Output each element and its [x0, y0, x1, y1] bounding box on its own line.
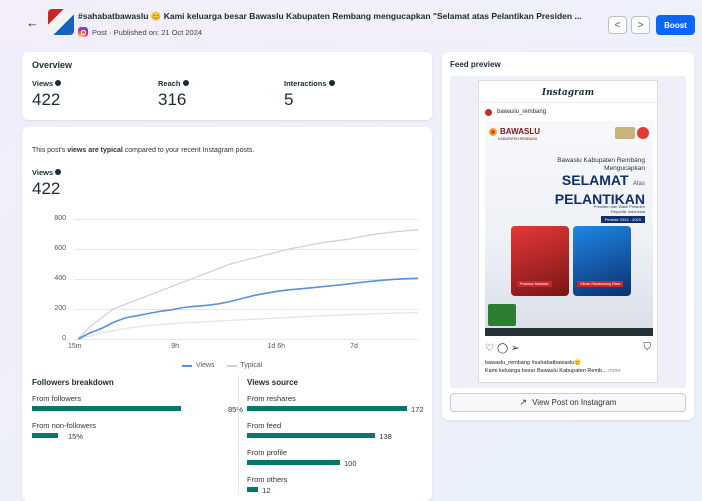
- post-thumbnail: [48, 9, 74, 35]
- source-reshares-value: 172: [411, 405, 424, 414]
- mascot-image: [615, 127, 635, 139]
- views-metric-value: 422: [32, 90, 61, 109]
- info-icon: [55, 80, 62, 86]
- overview-title: Overview: [32, 60, 73, 70]
- followers-breakdown-title: Followers breakdown: [32, 378, 114, 387]
- bawaslu-logo: BAWASLU: [489, 127, 540, 136]
- comment-icon[interactable]: ◯: [497, 343, 511, 354]
- from-followers-label: From followers: [32, 394, 82, 403]
- source-feed-bar: [247, 433, 376, 438]
- source-profile-label: From profile: [247, 448, 288, 457]
- views-legend-swatch: [182, 364, 192, 367]
- bookmark-icon[interactable]: ⛉: [644, 342, 652, 353]
- social-handles-bar: [485, 328, 653, 336]
- instagram-icon: [78, 27, 88, 37]
- views-source-title: Views source: [247, 378, 298, 387]
- views-line-chart: [77, 229, 419, 340]
- view-post-label: View Post on Instagram: [532, 398, 617, 407]
- reach-metric-label: Reach: [158, 79, 189, 88]
- published-date: Post · Published on: 21 Oct 2024: [92, 27, 203, 37]
- divider: [479, 102, 657, 103]
- source-profile-bar: [247, 460, 341, 465]
- from-followers-percent: 85%: [228, 405, 244, 414]
- greeting-text: Bawaslu Kabupaten Rembang Mengucapkan: [557, 157, 645, 172]
- post-actions: ♡◯➢: [485, 343, 523, 354]
- instagram-wordmark: Instagram: [541, 88, 595, 98]
- from-non-followers-bar: [32, 433, 59, 438]
- president-text: Presiden dan Wakil Presiden Republik Indo…: [593, 204, 645, 214]
- info-icon: [328, 80, 335, 86]
- interactions-metric-value: 5: [284, 90, 294, 109]
- divider: [238, 375, 239, 495]
- prabowo-name: Prabowo Subianto: [517, 281, 552, 287]
- from-followers-bar: [32, 406, 181, 411]
- view-post-button[interactable]: ↗ View Post on Instagram: [450, 393, 686, 412]
- post-meta: Post · Published on: 21 Oct 2024: [78, 27, 202, 37]
- report-graphic: [488, 304, 516, 326]
- chart-legend: Views Typical: [182, 362, 262, 369]
- selamat-pelantikan-text: SELAMAT Atas PELANTIKAN: [554, 172, 645, 207]
- info-icon: [182, 80, 189, 86]
- like-heart-icon[interactable]: ♡: [485, 343, 497, 354]
- views-legend-label: Views: [196, 362, 215, 369]
- account-name[interactable]: bawaslu_rembang: [497, 109, 546, 115]
- source-feed-value: 138: [379, 432, 392, 441]
- source-others-bar: [247, 487, 259, 492]
- views-series-line: [77, 277, 419, 340]
- feed-preview-card: Feed preview Instagram bawaslu_rembang B…: [442, 52, 694, 420]
- post-header: ← #sahabatbawaslu 😊 Kami keluarga besar …: [0, 0, 702, 46]
- caption-line-2: Kami keluarga besar Bawaslu Kabupaten Re…: [485, 368, 621, 374]
- caption-line-1: bawaslu_rembang #sahabatbawaslu😊: [485, 360, 582, 366]
- next-post-button[interactable]: >: [631, 16, 650, 34]
- typical-legend-swatch: [226, 364, 237, 367]
- typical-series-line: [77, 229, 419, 340]
- instagram-post-preview: Instagram bawaslu_rembang BAWASLU KABUPA…: [478, 80, 658, 383]
- interactions-metric-label: Interactions: [284, 79, 335, 88]
- boost-button[interactable]: Boost: [656, 15, 695, 35]
- badge-image: [637, 127, 649, 139]
- source-reshares-label: From reshares: [247, 394, 296, 403]
- source-feed-label: From feed: [247, 421, 282, 430]
- views-card: This post's views are typical compared t…: [22, 127, 432, 501]
- from-non-followers-percent: 15%: [68, 432, 84, 441]
- post-title: #sahabatbawaslu 😊 Kami keluarga besar Ba…: [78, 11, 582, 21]
- external-link-icon: ↗: [519, 397, 528, 407]
- share-send-icon[interactable]: ➢: [511, 343, 522, 354]
- account-avatar: [485, 109, 492, 116]
- periode-badge: Periode 2024 - 2029: [600, 216, 645, 223]
- typical-legend-label: Typical: [240, 362, 263, 369]
- more-link[interactable]: more: [608, 368, 621, 374]
- views-metric-label: Views: [32, 79, 62, 88]
- reach-metric-value: 316: [158, 90, 187, 109]
- overview-card: Overview Views 422 Reach 316 Interaction…: [22, 52, 432, 120]
- org-subtitle: KABUPATEN REMBANG: [498, 137, 538, 141]
- feed-preview-title: Feed preview: [450, 60, 501, 69]
- source-profile-value: 100: [344, 459, 357, 468]
- source-others-value: 12: [262, 486, 271, 495]
- from-non-followers-label: From non-followers: [32, 421, 97, 430]
- source-reshares-bar: [247, 406, 407, 411]
- gibran-name: Gibran Rakabuming Raka: [577, 281, 624, 287]
- back-arrow-icon[interactable]: ←: [26, 15, 39, 30]
- post-image: BAWASLU KABUPATEN REMBANG Bawaslu Kabupa…: [485, 121, 653, 336]
- previous-post-button[interactable]: <: [608, 16, 627, 34]
- source-others-label: From others: [247, 475, 288, 484]
